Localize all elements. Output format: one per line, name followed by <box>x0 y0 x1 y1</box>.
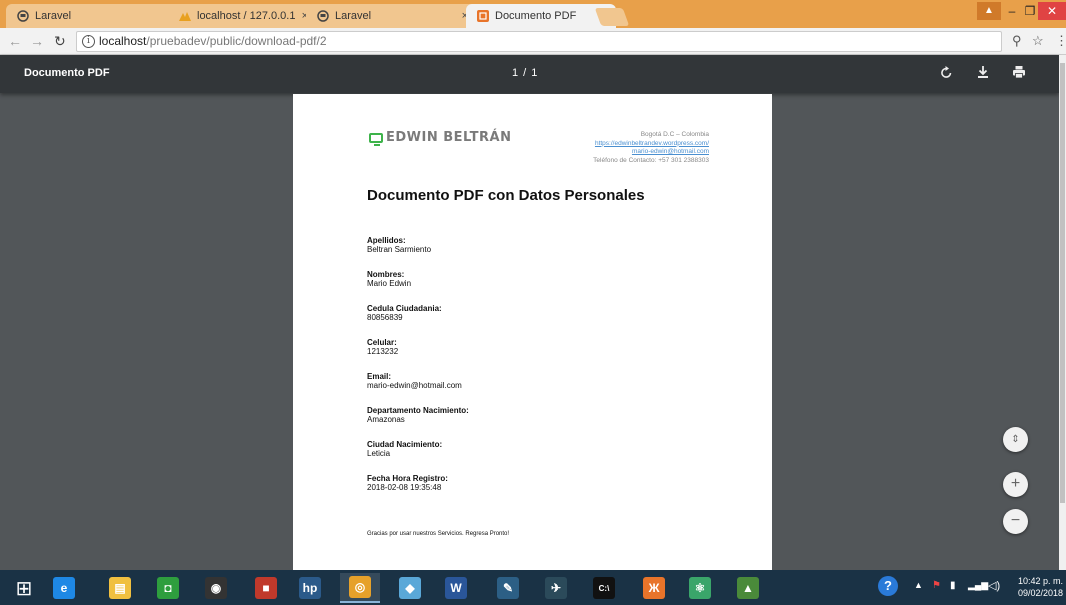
webcam-icon: ◉ <box>205 577 227 599</box>
command-prompt-icon: C:\ <box>593 577 615 599</box>
new-tab-button[interactable] <box>594 8 630 26</box>
browser-toolbar: ← → ↻ i localhost/pruebadev/public/downl… <box>0 28 1066 55</box>
taskbar-internet-explorer[interactable]: e <box>44 573 84 603</box>
print-icon[interactable] <box>1012 65 1026 82</box>
taskbar-word[interactable]: W <box>436 573 476 603</box>
back-icon[interactable]: ← <box>8 33 22 49</box>
chrome-icon: ◎ <box>349 576 371 598</box>
taskbar-atom-app[interactable]: ⚛ <box>680 573 720 603</box>
help-icon[interactable]: ? <box>878 576 898 596</box>
word-icon: W <box>445 577 467 599</box>
field-fecha-registro: Fecha Hora Registro: 2018-02-08 19:35:48 <box>367 474 448 492</box>
taskbar-store[interactable]: ◘ <box>148 573 188 603</box>
taskbar-command-prompt[interactable]: C:\ <box>584 573 624 603</box>
user-profile-icon[interactable]: ▲ <box>977 2 1001 20</box>
pdf-title: Documento PDF <box>24 67 110 79</box>
zoom-in-button[interactable]: + <box>1003 472 1028 497</box>
tab-laravel-2[interactable]: Laravel × <box>306 4 476 28</box>
menu-icon[interactable]: ⋮ <box>1055 33 1066 49</box>
store-icon: ◘ <box>157 577 179 599</box>
pdf-viewer-toolbar: Documento PDF 1 / 1 <box>0 55 1059 93</box>
zoom-out-button[interactable]: − <box>1003 509 1028 534</box>
taskbar-folder-app[interactable]: ◆ <box>390 573 430 603</box>
bookmark-star-icon[interactable]: ☆ <box>1032 33 1044 49</box>
flag-icon[interactable]: ⚑ <box>932 580 941 591</box>
brand-logo: EDWIN BELTRÁN <box>369 130 512 146</box>
tab-phpmyadmin[interactable]: localhost / 127.0.0.1 / pr × <box>168 4 316 28</box>
field-email: Email: mario-edwin@hotmail.com <box>367 372 462 390</box>
contact-info: Bogotá D.C – Colombia https://edwinbeltr… <box>593 131 709 164</box>
system-clock[interactable]: 10:42 p. m. 09/02/2018 <box>1005 575 1063 599</box>
browser-tab-strip: Laravel × localhost / 127.0.0.1 / pr × L… <box>0 0 1066 28</box>
field-ciudad: Ciudad Nacimiento: Leticia <box>367 440 443 458</box>
taskbar-sublime-app[interactable]: ✈ <box>536 573 576 603</box>
personal-data-fields: Apellidos: Beltran Sarmiento Nombres: Mari… <box>367 236 707 508</box>
address-bar[interactable]: i localhost/pruebadev/public/download-pd… <box>76 31 1002 52</box>
taskbar-start-button[interactable]: ⊞ <box>4 573 44 603</box>
network-icon[interactable]: ▮ <box>950 580 956 591</box>
phpmyadmin-icon <box>178 9 192 23</box>
rotate-icon[interactable] <box>940 65 953 82</box>
fit-to-page-button[interactable]: ⇕ <box>1003 427 1028 452</box>
taskbar-hp-app[interactable]: hp <box>290 573 330 603</box>
tab-documento-pdf[interactable]: Documento PDF × <box>466 4 616 28</box>
website-link[interactable]: https://edwinbeltrandev.wordpress.com/ <box>593 140 709 149</box>
start-button-icon: ⊞ <box>13 577 35 600</box>
xampp-icon: Ж <box>643 577 665 599</box>
forward-icon[interactable]: → <box>30 33 44 49</box>
field-departamento: Departamento Nacimiento: Amazonas <box>367 406 469 424</box>
sublime-app-icon: ✈ <box>545 577 567 599</box>
scrollbar[interactable] <box>1059 55 1066 570</box>
taskbar-file-explorer[interactable]: ▤ <box>100 573 140 603</box>
tray-expand-icon[interactable]: ▲ <box>914 580 923 590</box>
signal-icon[interactable]: ▂▄▆ <box>968 580 988 591</box>
folder-app-icon: ◆ <box>399 577 421 599</box>
field-apellidos: Apellidos: Beltran Sarmiento <box>367 236 432 254</box>
volume-icon[interactable]: ◁) <box>988 579 1000 592</box>
internet-explorer-icon: e <box>53 577 75 599</box>
reload-icon[interactable]: ↻ <box>54 33 66 50</box>
paint-brush-app-icon: ✎ <box>497 577 519 599</box>
taskbar-paint-brush-app[interactable]: ✎ <box>488 573 528 603</box>
atom-app-icon: ⚛ <box>689 577 711 599</box>
tab-laravel-1[interactable]: Laravel × <box>6 4 184 28</box>
document-heading: Documento PDF con Datos Personales <box>367 187 645 204</box>
zoom-icon[interactable]: ⚲ <box>1012 33 1022 49</box>
scrollbar-thumb[interactable] <box>1060 63 1065 503</box>
chart-app-icon: ▲ <box>737 577 759 599</box>
taskbar-webcam[interactable]: ◉ <box>196 573 236 603</box>
download-icon[interactable] <box>977 65 989 82</box>
taskbar-xampp[interactable]: Ж <box>634 573 674 603</box>
laravel-icon <box>316 9 330 23</box>
field-nombres: Nombres: Mario Edwin <box>367 270 412 288</box>
taskbar-paint-app[interactable]: ■ <box>246 573 286 603</box>
field-celular: Celular: 1213232 <box>367 338 399 356</box>
pdf-page: EDWIN BELTRÁN Bogotá D.C – Colombia http… <box>293 94 772 574</box>
monitor-icon <box>369 132 383 146</box>
hp-app-icon: hp <box>299 577 321 599</box>
pdf-icon <box>476 9 490 23</box>
paint-app-icon: ■ <box>255 577 277 599</box>
laravel-icon <box>16 9 30 23</box>
footer-note: Gracias por usar nuestros Servicios. Reg… <box>367 531 510 537</box>
close-window-icon[interactable]: ✕ <box>1038 2 1066 20</box>
info-icon[interactable]: i <box>82 35 95 48</box>
taskbar-chrome[interactable]: ◎ <box>340 573 380 603</box>
file-explorer-icon: ▤ <box>109 577 131 599</box>
field-cedula: Cedula Ciudadania: 80856839 <box>367 304 442 322</box>
taskbar-chart-app[interactable]: ▲ <box>728 573 768 603</box>
page-indicator: 1 / 1 <box>512 67 539 79</box>
email-link[interactable]: mario-edwin@hotmail.com <box>593 148 709 157</box>
